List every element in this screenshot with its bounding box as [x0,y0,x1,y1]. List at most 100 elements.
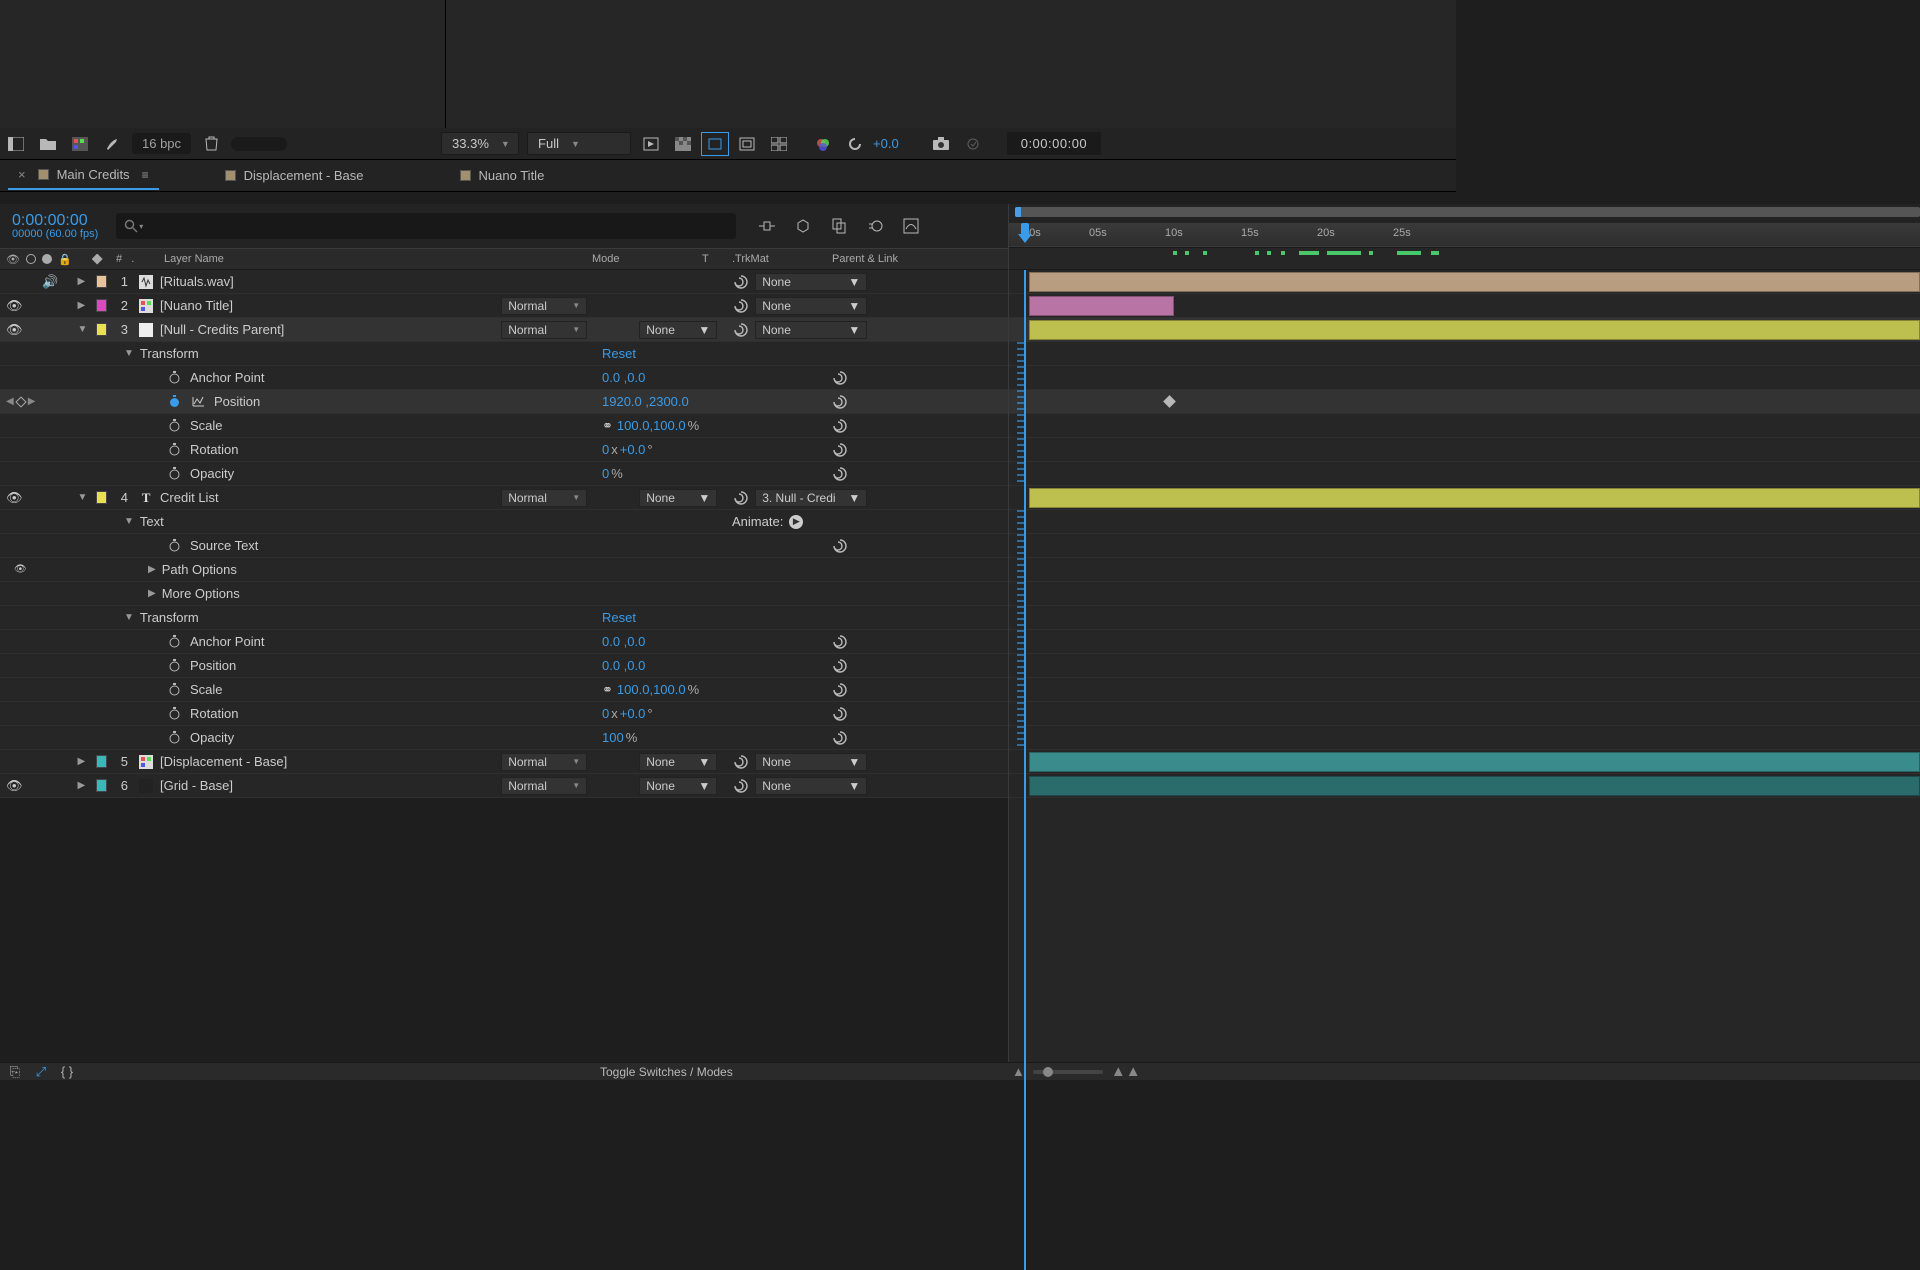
property-group[interactable]: ▼Transform Reset [0,606,1008,630]
property-value[interactable]: 0x+0.0° [602,706,832,721]
pickwhip-icon[interactable] [733,490,749,506]
graph-icon[interactable] [190,394,206,410]
property-row[interactable]: ◀▶ Position 1920.0 ,2300.0 [0,390,1008,414]
animate-menu-icon[interactable]: ▶ [789,515,803,529]
toolbar-slider[interactable] [231,137,287,151]
property-value[interactable]: 1920.0 ,2300.0 [602,394,832,409]
solo-column-icon[interactable] [26,254,36,264]
property-row[interactable]: Anchor Point 0.0 ,0.0 [0,630,1008,654]
parent-dropdown[interactable]: None▼ [755,777,867,795]
transparency-grid-icon[interactable] [669,132,697,156]
pickwhip-icon[interactable] [733,778,749,794]
layer-name[interactable]: [Grid - Base] [160,778,233,793]
safe-zones-icon[interactable] [733,132,761,156]
add-keyframe-icon[interactable] [15,396,26,407]
property-group[interactable]: ▼Text Animate: ▶ [0,510,1008,534]
twirl-icon[interactable]: ▶ [78,756,92,767]
stopwatch-icon[interactable] [166,538,182,554]
property-value[interactable]: ⚭100.0,100.0% [602,418,832,434]
pickwhip-icon[interactable] [832,658,848,674]
eye-column-icon[interactable]: 👁 [6,253,20,266]
snapshot-icon[interactable] [927,132,955,156]
brush-icon[interactable] [98,132,126,156]
trackmatte-dropdown[interactable]: None▼ [639,321,717,339]
trackmatte-dropdown[interactable]: None▼ [639,753,717,771]
comp-mini-flowchart-icon[interactable] [756,215,778,237]
layer-bar[interactable] [1029,272,1920,292]
layer-swatch[interactable] [96,323,107,336]
pickwhip-icon[interactable] [832,730,848,746]
swatch-preview-icon[interactable] [66,132,94,156]
zoom-slider[interactable] [1033,1070,1103,1074]
timeline-graph-area[interactable]: 00s 05s 10s 15s 20s 25s [1008,204,1920,1066]
exposure-reset-icon[interactable] [841,132,869,156]
tab-main-credits[interactable]: × Main Credits ≡ [8,161,159,190]
channels-icon[interactable] [809,132,837,156]
property-row[interactable]: Position 0.0 ,0.0 [0,654,1008,678]
twirl-icon[interactable]: ▼ [124,612,134,623]
stopwatch-icon[interactable] [166,466,182,482]
property-value[interactable]: ⚭100.0,100.0% [602,682,832,698]
property-row[interactable]: Scale ⚭100.0,100.0% [0,414,1008,438]
trackmatte-dropdown[interactable]: None▼ [639,489,717,507]
twirl-icon[interactable]: ▼ [78,324,92,335]
stopwatch-icon[interactable] [166,634,182,650]
stopwatch-icon[interactable] [166,682,182,698]
property-value[interactable]: 100% [602,730,832,745]
layer-swatch[interactable] [96,779,107,792]
eye-icon[interactable]: 👁 [6,490,22,506]
property-row[interactable]: Source Text [0,534,1008,558]
exposure-value[interactable]: +0.0 [873,136,899,151]
twirl-icon[interactable]: ▶ [148,588,156,599]
lock-column-icon[interactable]: 🔒 [58,253,72,266]
stopwatch-icon[interactable] [166,706,182,722]
layer-row[interactable]: 👁🔊▶ 1 [Rituals.wav] None▼ [0,270,1008,294]
grid-icon[interactable] [765,132,793,156]
layer-swatch[interactable] [96,299,107,312]
blend-mode-dropdown[interactable]: Normal▼ [501,777,587,795]
work-area-bar[interactable] [1015,207,1920,217]
pickwhip-icon[interactable] [733,274,749,290]
blend-mode-dropdown[interactable]: Normal▼ [501,297,587,315]
reset-link[interactable]: Reset [602,346,832,361]
blend-mode-dropdown[interactable]: Normal▼ [501,489,587,507]
mask-toggle-icon[interactable] [701,132,729,156]
property-row[interactable]: Scale ⚭100.0,100.0% [0,678,1008,702]
twirl-icon[interactable]: ▶ [78,300,92,311]
eye-icon[interactable]: 👁 [6,298,22,314]
stopwatch-icon[interactable] [166,730,182,746]
parent-dropdown[interactable]: None▼ [755,321,867,339]
property-value[interactable]: 0.0 ,0.0 [602,370,832,385]
time-ruler[interactable]: 00s 05s 10s 15s 20s 25s [1009,223,1920,247]
pickwhip-icon[interactable] [733,322,749,338]
pickwhip-icon[interactable] [832,442,848,458]
motion-blur-icon[interactable] [864,215,886,237]
brackets-icon[interactable]: { } [56,1064,78,1080]
property-group[interactable]: ▼Transform Reset [0,342,1008,366]
eye-icon[interactable]: 👁 [6,778,22,794]
marker-track[interactable] [1009,248,1920,270]
property-value[interactable]: 0.0 ,0.0 [602,658,832,673]
layer-swatch[interactable] [96,491,107,504]
reset-link[interactable]: Reset [602,610,832,625]
pickwhip-icon[interactable] [832,394,848,410]
property-row[interactable]: Opacity 0% [0,462,1008,486]
stopwatch-icon[interactable] [166,418,182,434]
property-row[interactable]: Rotation 0x+0.0° [0,438,1008,462]
current-time-indicator[interactable] [1018,223,1032,247]
cti-line[interactable] [1024,270,1026,1270]
pickwhip-icon[interactable] [832,634,848,650]
property-row[interactable]: Rotation 0x+0.0° [0,702,1008,726]
layer-row[interactable]: 👁▶ 5 [Displacement - Base] Normal▼ None▼… [0,750,1008,774]
pickwhip-icon[interactable] [832,418,848,434]
switch-icon[interactable]: ⎘ [4,1064,26,1080]
next-keyframe-icon[interactable]: ▶ [28,396,36,407]
pickwhip-icon[interactable] [733,754,749,770]
pickwhip-icon[interactable] [832,466,848,482]
twirl-icon[interactable]: ▼ [124,516,134,527]
property-group[interactable]: ▶More Options [0,582,1008,606]
layer-name[interactable]: [Nuano Title] [160,298,233,313]
folder-icon[interactable] [34,132,62,156]
layer-row[interactable]: 👁▼ 4 T Credit List Normal▼ None▼ 3. Null… [0,486,1008,510]
stopwatch-icon[interactable] [166,394,182,410]
